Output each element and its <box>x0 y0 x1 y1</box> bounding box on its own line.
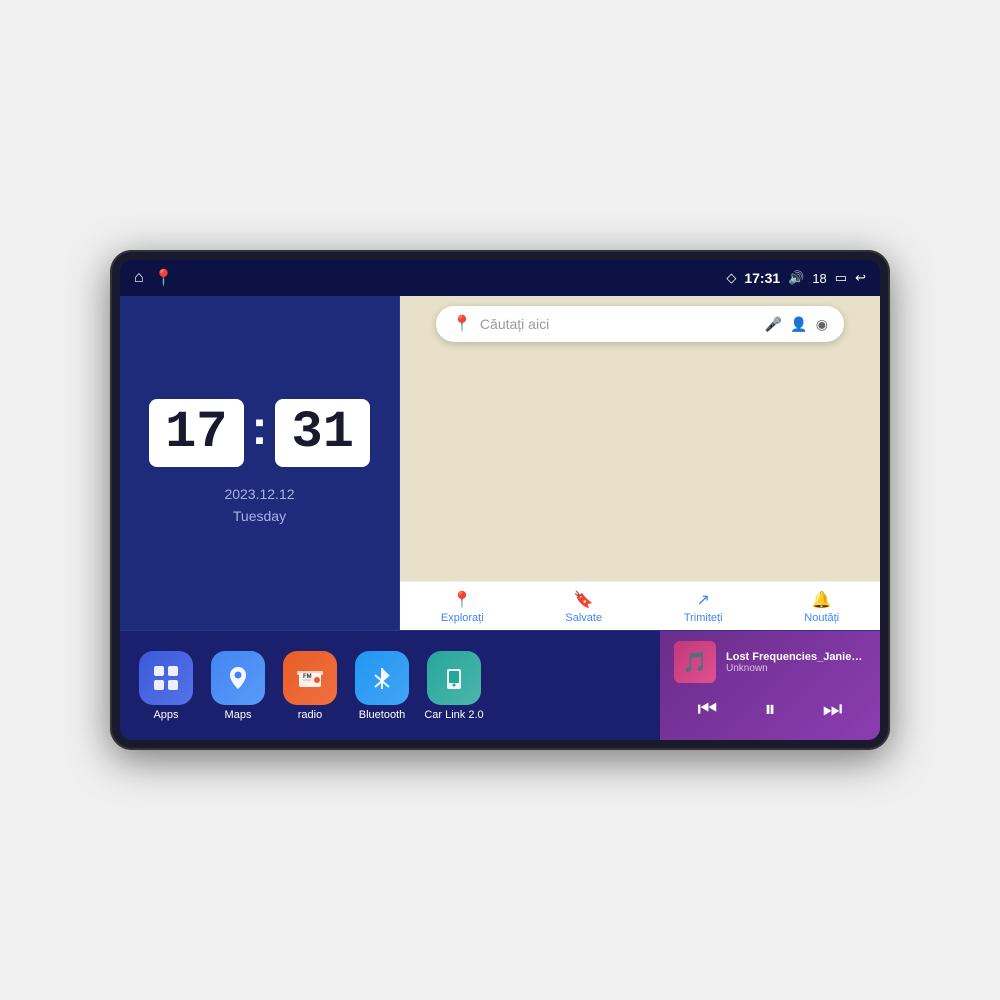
music-text: Lost Frequencies_Janieck Devy-... Unknow… <box>726 651 866 674</box>
news-icon: 🔔 <box>812 590 832 610</box>
app-shortcuts: Apps Maps <box>120 631 660 740</box>
volume-level: 18 <box>812 271 826 286</box>
saved-icon: 🔖 <box>574 590 594 610</box>
share-icon: ↗ <box>696 590 709 610</box>
top-section: 17 : 31 2023.12.12 Tuesday 📍 Căutați aic… <box>120 296 880 630</box>
map-saved-btn[interactable]: 🔖 Salvate <box>565 590 602 624</box>
map-widget[interactable]: 📍 Căutați aici 🎤 👤 ◉ <box>400 296 880 630</box>
clock-widget: 17 : 31 2023.12.12 Tuesday <box>120 296 400 630</box>
maps-label: Maps <box>225 709 252 721</box>
carlink-icon <box>427 651 481 705</box>
music-controls: ⏮ ⏸ ⏭ <box>674 688 866 730</box>
home-icon[interactable]: ⌂ <box>134 269 144 287</box>
battery-icon: ▭ <box>835 270 847 286</box>
app-shortcut-bluetooth[interactable]: Bluetooth <box>352 651 412 721</box>
music-title: Lost Frequencies_Janieck Devy-... <box>726 651 866 663</box>
bluetooth-icon <box>355 651 409 705</box>
explore-icon: 📍 <box>452 590 472 610</box>
map-search-actions: 🎤 👤 ◉ <box>765 316 828 333</box>
map-share-btn[interactable]: ↗ Trimiteți <box>684 590 723 624</box>
svg-text:FM: FM <box>303 674 312 680</box>
maps-icon <box>211 651 265 705</box>
news-label: Noutăți <box>804 612 839 624</box>
map-search-placeholder[interactable]: Căutați aici <box>480 316 757 332</box>
map-news-btn[interactable]: 🔔 Noutăți <box>804 590 839 624</box>
bottom-section: Apps Maps <box>120 630 880 740</box>
saved-label: Salvate <box>565 612 602 624</box>
apps-label: Apps <box>153 709 178 721</box>
device-screen: ⌂ 📍 ◇ 17:31 🔊 18 ▭ ↩ 17 : <box>120 260 880 740</box>
account-icon[interactable]: 👤 <box>790 316 807 333</box>
music-artist: Unknown <box>726 663 866 674</box>
status-left: ⌂ 📍 <box>134 268 174 288</box>
back-icon[interactable]: ↩ <box>855 270 866 286</box>
map-pin-icon: 📍 <box>452 314 472 334</box>
main-content: 17 : 31 2023.12.12 Tuesday 📍 Căutați aic… <box>120 296 880 740</box>
volume-icon: 🔊 <box>788 270 804 286</box>
app-shortcut-radio[interactable]: FM radio <box>280 651 340 721</box>
music-info: 🎵 Lost Frequencies_Janieck Devy-... Unkn… <box>674 641 866 683</box>
clock-display: 17 : 31 <box>149 399 370 467</box>
music-next-button[interactable]: ⏭ <box>815 694 851 724</box>
music-prev-button[interactable]: ⏮ <box>690 694 726 724</box>
music-play-button[interactable]: ⏸ <box>756 694 783 724</box>
status-bar: ⌂ 📍 ◇ 17:31 🔊 18 ▭ ↩ <box>120 260 880 296</box>
maps-nav-icon[interactable]: 📍 <box>154 268 174 288</box>
clock-hour: 17 <box>149 399 243 467</box>
explore-label: Explorați <box>441 612 484 624</box>
share-label: Trimiteți <box>684 612 723 624</box>
apps-icon <box>139 651 193 705</box>
map-explore-btn[interactable]: 📍 Explorați <box>441 590 484 624</box>
status-right: ◇ 17:31 🔊 18 ▭ ↩ <box>726 270 866 286</box>
app-shortcut-carlink[interactable]: Car Link 2.0 <box>424 651 484 721</box>
clock-date: 2023.12.12 Tuesday <box>224 483 294 528</box>
location-icon: ◇ <box>726 270 736 286</box>
carlink-label: Car Link 2.0 <box>424 709 483 721</box>
bluetooth-label: Bluetooth <box>359 709 405 721</box>
device-frame: ⌂ 📍 ◇ 17:31 🔊 18 ▭ ↩ 17 : <box>110 250 890 750</box>
app-shortcut-maps[interactable]: Maps <box>208 651 268 721</box>
clock-colon: : <box>252 405 268 453</box>
app-shortcut-apps[interactable]: Apps <box>136 651 196 721</box>
layers-icon[interactable]: ◉ <box>816 316 828 333</box>
clock-minute: 31 <box>275 399 369 467</box>
map-bottom-bar: 📍 Explorați 🔖 Salvate ↗ Trimiteți 🔔 <box>400 581 880 630</box>
radio-icon: FM <box>283 651 337 705</box>
radio-label: radio <box>298 709 322 721</box>
status-time: 17:31 <box>744 270 780 286</box>
music-player: 🎵 Lost Frequencies_Janieck Devy-... Unkn… <box>660 631 880 740</box>
music-thumbnail: 🎵 <box>674 641 716 683</box>
map-search-bar[interactable]: 📍 Căutați aici 🎤 👤 ◉ <box>436 306 844 342</box>
voice-search-icon[interactable]: 🎤 <box>765 316 782 333</box>
